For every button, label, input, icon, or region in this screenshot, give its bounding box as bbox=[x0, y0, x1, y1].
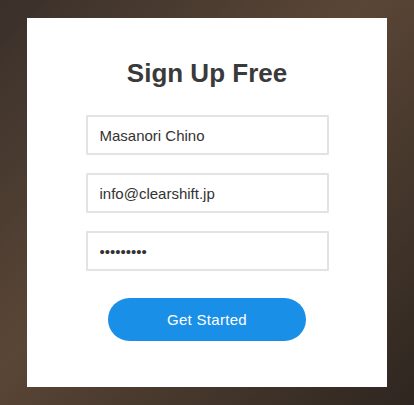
signup-fields bbox=[86, 115, 329, 271]
signup-title: Sign Up Free bbox=[127, 57, 287, 89]
signup-card: Sign Up Free Get Started bbox=[27, 18, 387, 387]
get-started-button[interactable]: Get Started bbox=[108, 298, 306, 341]
password-field[interactable] bbox=[86, 231, 329, 271]
email-field[interactable] bbox=[86, 173, 329, 213]
background-photo: Sign Up Free Get Started bbox=[0, 0, 414, 405]
name-field[interactable] bbox=[86, 115, 329, 155]
